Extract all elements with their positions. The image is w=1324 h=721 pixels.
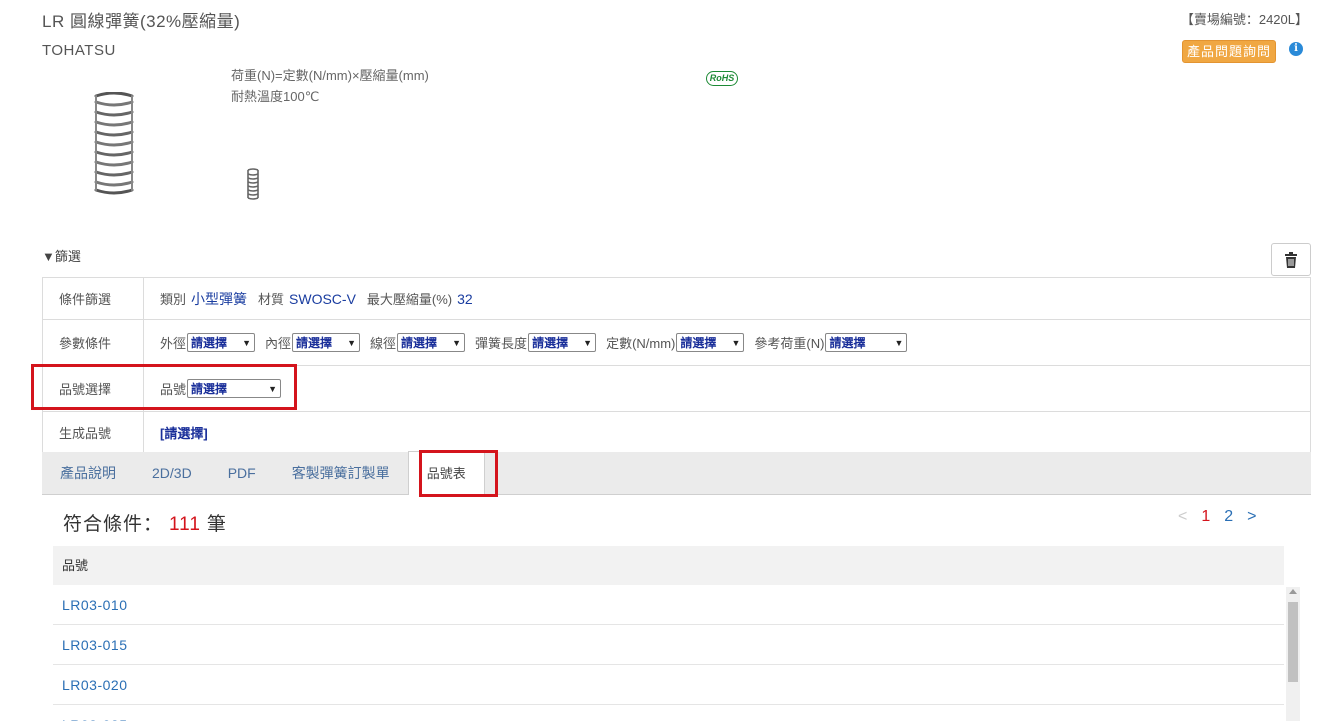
count-number: 111 xyxy=(169,514,201,535)
list-scrollbar[interactable] xyxy=(1286,587,1300,721)
spring-image-large[interactable] xyxy=(92,92,136,196)
prev-page-button[interactable]: < xyxy=(1178,508,1187,526)
param-label: 參數條件 xyxy=(43,320,144,365)
page-2[interactable]: 2 xyxy=(1224,508,1233,526)
page-1[interactable]: 1 xyxy=(1201,508,1210,526)
pagination: < 1 2 > xyxy=(1178,508,1257,526)
trash-icon xyxy=(1285,251,1297,268)
list-item[interactable]: LR03-025 xyxy=(53,705,1284,721)
load-select[interactable]: 請選擇 ▼ xyxy=(825,333,908,352)
highlight-box-part-table-tab xyxy=(419,450,498,497)
part-number-list: 品號 LR03-010 LR03-015 LR03-020 LR03-025 xyxy=(53,546,1284,721)
spring-length-select[interactable]: 請選擇 ▼ xyxy=(528,333,597,352)
scroll-thumb[interactable] xyxy=(1288,602,1298,682)
condition-value[interactable]: 32 xyxy=(457,291,473,307)
chevron-down-icon: ▼ xyxy=(242,337,252,348)
condition-key: 最大壓縮量(%) xyxy=(366,292,453,307)
scroll-up-icon[interactable] xyxy=(1289,589,1297,594)
chevron-down-icon: ▼ xyxy=(452,337,462,348)
spring-image-small[interactable] xyxy=(246,168,260,200)
brand-name: TOHATSU xyxy=(42,42,116,59)
list-item[interactable]: LR03-010 xyxy=(53,585,1284,625)
tab-pdf[interactable]: PDF xyxy=(210,452,274,495)
generate-row: 生成品號 [請選擇] xyxy=(43,412,1310,453)
rohs-badge: RoHS xyxy=(706,71,738,86)
condition-label: 條件篩選 xyxy=(43,278,144,319)
spec-formula: 荷重(N)=定數(N/mm)×壓縮量(mm) xyxy=(231,68,429,83)
tab-custom-order[interactable]: 客製彈簧訂製單 xyxy=(274,452,408,495)
tab-2d-3d[interactable]: 2D/3D xyxy=(134,452,210,495)
next-page-button[interactable]: > xyxy=(1247,508,1256,526)
info-icon[interactable]: i xyxy=(1289,42,1303,56)
condition-row: 條件篩選 類別 小型彈簧 材質 SWOSC-V 最大壓縮量(%) 32 xyxy=(43,278,1310,320)
condition-value[interactable]: SWOSC-V xyxy=(289,291,356,307)
condition-key: 類別 xyxy=(160,292,187,307)
list-item[interactable]: LR03-015 xyxy=(53,625,1284,665)
constant-select[interactable]: 請選擇 ▼ xyxy=(676,333,745,352)
outer-diameter-select[interactable]: 請選擇 ▼ xyxy=(187,333,256,352)
list-header: 品號 xyxy=(53,546,1284,585)
param-inner-diameter-label: 內徑 xyxy=(265,336,292,351)
count-label: 符合條件： xyxy=(63,514,164,535)
param-constant-label: 定數(N/mm) xyxy=(606,336,676,351)
chevron-down-icon: ▼ xyxy=(894,337,904,348)
product-title: LR 圓線彈簧(32%壓縮量) xyxy=(42,12,241,31)
spec-temperature: 耐熱溫度100℃ xyxy=(231,89,320,104)
param-wire-diameter-label: 線徑 xyxy=(370,336,397,351)
param-row: 參數條件 外徑 請選擇 ▼ 內徑 請選擇 ▼ 線徑 請選擇 ▼ 彈簧長度 請選擇 ▼ 定… xyxy=(43,320,1310,366)
generate-label: 生成品號 xyxy=(43,412,144,452)
chevron-down-icon: ▼ xyxy=(583,337,593,348)
condition-key: 材質 xyxy=(258,292,285,307)
generated-part-number: [請選擇] xyxy=(160,425,208,441)
list-item[interactable]: LR03-020 xyxy=(53,665,1284,705)
store-code: 【賣場編號：2420L】 xyxy=(1180,12,1308,27)
wire-diameter-select[interactable]: 請選擇 ▼ xyxy=(397,333,466,352)
chevron-down-icon: ▼ xyxy=(731,337,741,348)
filter-toggle[interactable]: ▼篩選 xyxy=(42,246,81,265)
count-unit: 筆 xyxy=(206,514,227,535)
param-outer-diameter-label: 外徑 xyxy=(160,336,187,351)
tab-bar: 產品說明 2D/3D PDF 客製彈簧訂製單 品號表 xyxy=(42,451,1311,495)
tab-product-description[interactable]: 產品說明 xyxy=(42,452,134,495)
inner-diameter-select[interactable]: 請選擇 ▼ xyxy=(292,333,361,352)
param-spring-length-label: 彈簧長度 xyxy=(475,336,528,351)
product-inquiry-button[interactable]: 產品問題詢問 xyxy=(1182,40,1276,63)
chevron-down-icon: ▼ xyxy=(347,337,357,348)
result-count: 符合條件： 111 筆 xyxy=(63,509,227,536)
param-load-label: 參考荷重(N) xyxy=(754,336,825,351)
clear-filter-button[interactable] xyxy=(1271,243,1311,276)
condition-value[interactable]: 小型彈簧 xyxy=(191,289,247,309)
highlight-box-part-select xyxy=(31,364,297,410)
